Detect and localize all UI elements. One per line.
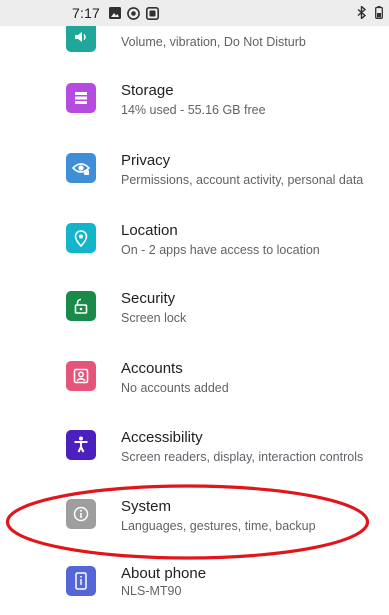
location-pin-icon [66,223,96,253]
account-box-icon [66,361,96,391]
settings-item-subtitle: 14% used - 55.16 GB free [121,103,266,117]
sound-icon [66,22,96,52]
settings-item-about-phone[interactable]: About phone NLS-MT90 [0,563,389,615]
privacy-eye-icon [66,153,96,183]
settings-item-subtitle: Screen lock [121,311,187,325]
settings-item-subtitle: Volume, vibration, Do Not Disturb [121,35,306,49]
settings-item-system[interactable]: System Languages, gestures, time, backup [0,496,389,548]
info-icon [66,499,96,529]
settings-item-title: Privacy [121,152,171,169]
accessibility-icon [66,430,96,460]
settings-item-subtitle: Screen readers, display, interaction con… [121,450,364,464]
storage-icon [66,83,96,113]
settings-item-accounts[interactable]: Accounts No accounts added [0,358,389,410]
lock-icon [66,291,96,321]
settings-item-title: Accessibility [121,429,203,446]
battery-icon [375,6,383,24]
status-time: 7:17 [72,5,101,21]
settings-item-subtitle: No accounts added [121,381,229,395]
settings-item-storage[interactable]: Storage 14% used - 55.16 GB free [0,80,389,132]
status-bar: 7:17 [0,0,389,26]
settings-item-location[interactable]: Location On - 2 apps have access to loca… [0,220,389,272]
settings-item-subtitle: Languages, gestures, time, backup [121,519,316,533]
settings-item-title: Accounts [121,360,183,377]
settings-item-subtitle: NLS-MT90 [121,584,182,598]
settings-item-security[interactable]: Security Screen lock [0,288,389,340]
location-circle-icon [127,6,140,20]
settings-item-title: Security [121,290,176,307]
app-square-icon [146,6,160,20]
image-icon [109,7,122,19]
settings-item-title: Storage [121,82,174,99]
settings-item-title: Location [121,222,178,239]
settings-item-title: System [121,498,172,515]
settings-item-title: About phone [121,565,207,582]
settings-item-privacy[interactable]: Privacy Permissions, account activity, p… [0,150,389,202]
settings-item-subtitle: On - 2 apps have access to location [121,243,320,257]
about-phone-icon [66,566,96,596]
bluetooth-icon [357,4,367,24]
settings-item-subtitle: Permissions, account activity, personal … [121,173,364,187]
settings-item-accessibility[interactable]: Accessibility Screen readers, display, i… [0,427,389,479]
